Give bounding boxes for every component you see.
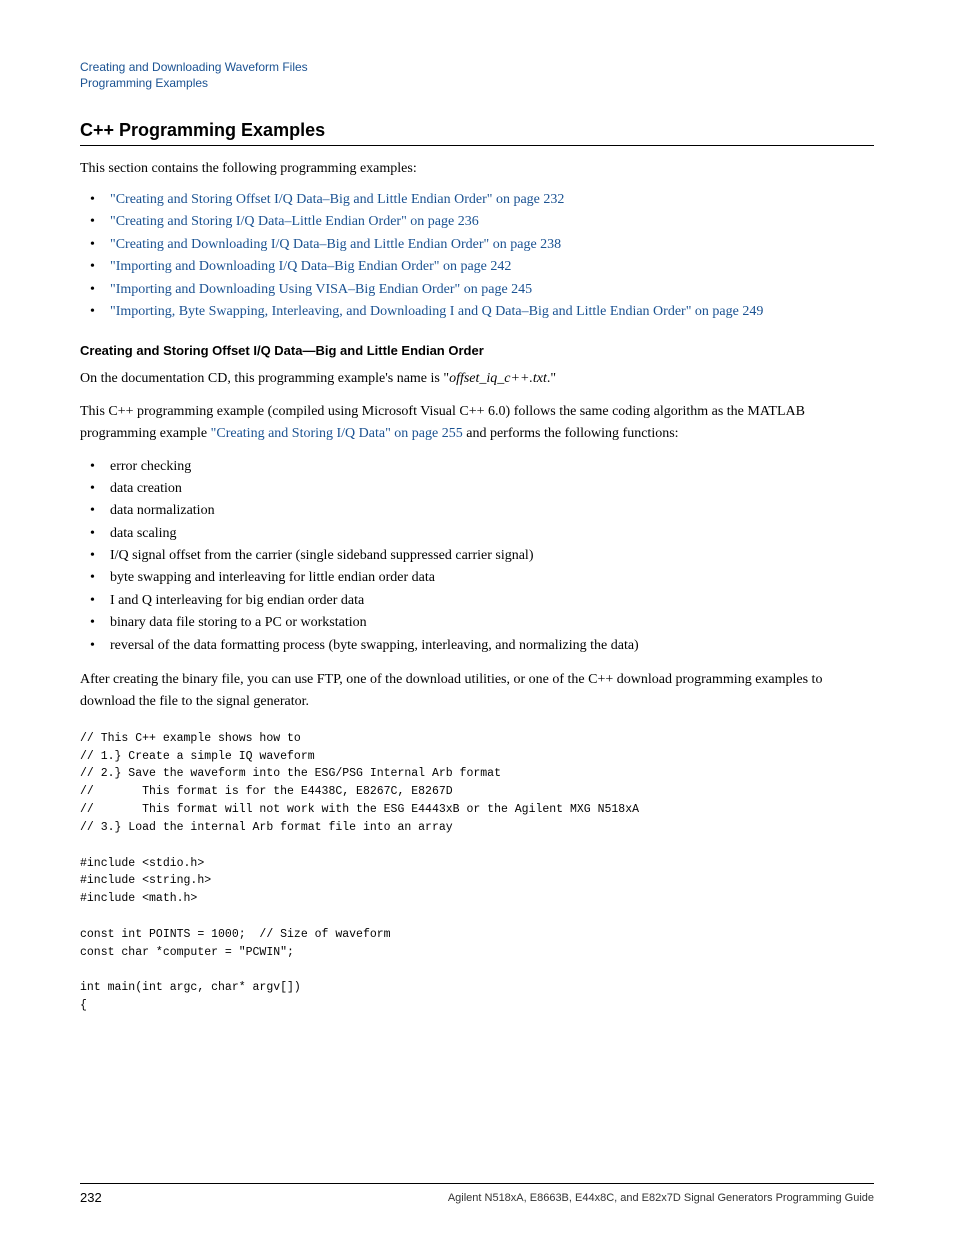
links-list: "Creating and Storing Offset I/Q Data–Bi… [100, 189, 874, 323]
list-item: I/Q signal offset from the carrier (sing… [100, 545, 874, 567]
breadcrumb-link-2[interactable]: Programming Examples [80, 76, 208, 90]
list-item-link[interactable]: "Creating and Storing I/Q Data–Little En… [110, 214, 479, 229]
list-item: data normalization [100, 500, 874, 522]
list-item: "Creating and Storing Offset I/Q Data–Bi… [100, 189, 874, 211]
para2-end: and performs the following functions: [463, 426, 679, 441]
functions-list: error checkingdata creationdata normaliz… [100, 456, 874, 658]
list-item-link[interactable]: "Creating and Downloading I/Q Data–Big a… [110, 237, 561, 252]
para1-italic: offset_iq_c++.txt [449, 371, 547, 386]
breadcrumb-link-1[interactable]: Creating and Downloading Waveform Files [80, 60, 308, 74]
list-item: data scaling [100, 523, 874, 545]
list-item-link[interactable]: "Creating and Storing Offset I/Q Data–Bi… [110, 192, 564, 207]
list-item: "Creating and Storing I/Q Data–Little En… [100, 211, 874, 233]
list-item: byte swapping and interleaving for littl… [100, 567, 874, 589]
list-item-link[interactable]: "Importing and Downloading I/Q Data–Big … [110, 259, 511, 274]
page-footer: 232 Agilent N518xA, E8663B, E44x8C, and … [80, 1183, 874, 1205]
footer-title: Agilent N518xA, E8663B, E44x8C, and E82x… [448, 1192, 874, 1204]
list-item: data creation [100, 478, 874, 500]
list-item-link[interactable]: "Importing, Byte Swapping, Interleaving,… [110, 304, 763, 319]
list-item: I and Q interleaving for big endian orde… [100, 590, 874, 612]
subsection-para2: This C++ programming example (compiled u… [80, 401, 874, 446]
page: Creating and Downloading Waveform Files … [0, 0, 954, 1235]
list-item: error checking [100, 456, 874, 478]
code-block: // This C++ example shows how to // 1.} … [80, 730, 874, 1015]
para1-end: ." [547, 371, 556, 386]
list-item-link[interactable]: "Importing and Downloading Using VISA–Bi… [110, 282, 532, 297]
section-heading: C++ Programming Examples [80, 120, 874, 146]
intro-text: This section contains the following prog… [80, 158, 874, 179]
breadcrumb: Creating and Downloading Waveform Files … [80, 60, 874, 92]
list-item: "Importing and Downloading Using VISA–Bi… [100, 279, 874, 301]
list-item: "Importing and Downloading I/Q Data–Big … [100, 256, 874, 278]
footer-page-number: 232 [80, 1190, 102, 1205]
subsection-para1: On the documentation CD, this programmin… [80, 368, 874, 390]
subsection-heading: Creating and Storing Offset I/Q Data—Big… [80, 343, 874, 358]
list-item: reversal of the data formatting process … [100, 635, 874, 657]
list-item: binary data file storing to a PC or work… [100, 612, 874, 634]
para2-link[interactable]: "Creating and Storing I/Q Data" on page … [211, 426, 463, 441]
para1-text: On the documentation CD, this programmin… [80, 371, 449, 386]
after-list-text: After creating the binary file, you can … [80, 669, 874, 714]
list-item: "Creating and Downloading I/Q Data–Big a… [100, 234, 874, 256]
list-item: "Importing, Byte Swapping, Interleaving,… [100, 301, 874, 323]
